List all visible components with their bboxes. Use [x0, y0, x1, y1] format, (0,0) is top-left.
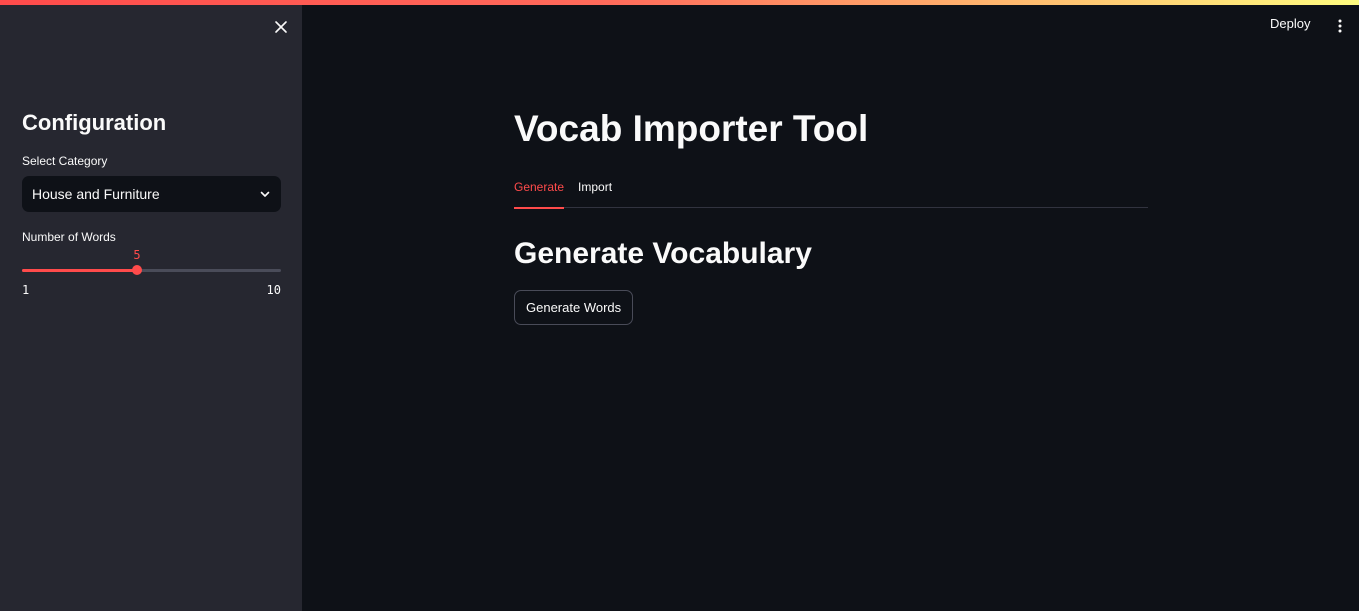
slider-fill [22, 269, 137, 272]
tab-bar: Generate Import [514, 178, 1148, 209]
category-select[interactable]: House and Furniture [22, 176, 281, 212]
vertical-dots-icon [1338, 19, 1342, 33]
deploy-button[interactable]: Deploy [1270, 16, 1310, 36]
tab-import[interactable]: Import [578, 178, 612, 208]
category-label: Select Category [22, 154, 108, 168]
slider-max-label: 10 [266, 283, 281, 297]
tab-generate[interactable]: Generate [514, 178, 565, 209]
words-label: Number of Words [22, 230, 116, 244]
generate-words-button[interactable]: Generate Words [514, 290, 634, 325]
category-select-value: House and Furniture [32, 186, 160, 202]
chevron-down-icon [260, 191, 270, 197]
sidebar-title: Configuration [22, 110, 167, 135]
top-decoration-bar [0, 0, 1359, 5]
close-icon [275, 21, 287, 33]
slider-current-value: 5 [133, 248, 141, 262]
main-menu-button[interactable] [1332, 14, 1348, 38]
page-title: Vocab Importer Tool [514, 108, 869, 149]
words-slider[interactable]: 5 1 10 [22, 246, 281, 297]
slider-min-label: 1 [22, 283, 30, 297]
sidebar: Configuration Select Category House and … [0, 0, 302, 611]
slider-thumb[interactable] [132, 265, 142, 275]
section-title: Generate Vocabulary [514, 237, 812, 270]
sidebar-close-button[interactable] [270, 16, 292, 38]
